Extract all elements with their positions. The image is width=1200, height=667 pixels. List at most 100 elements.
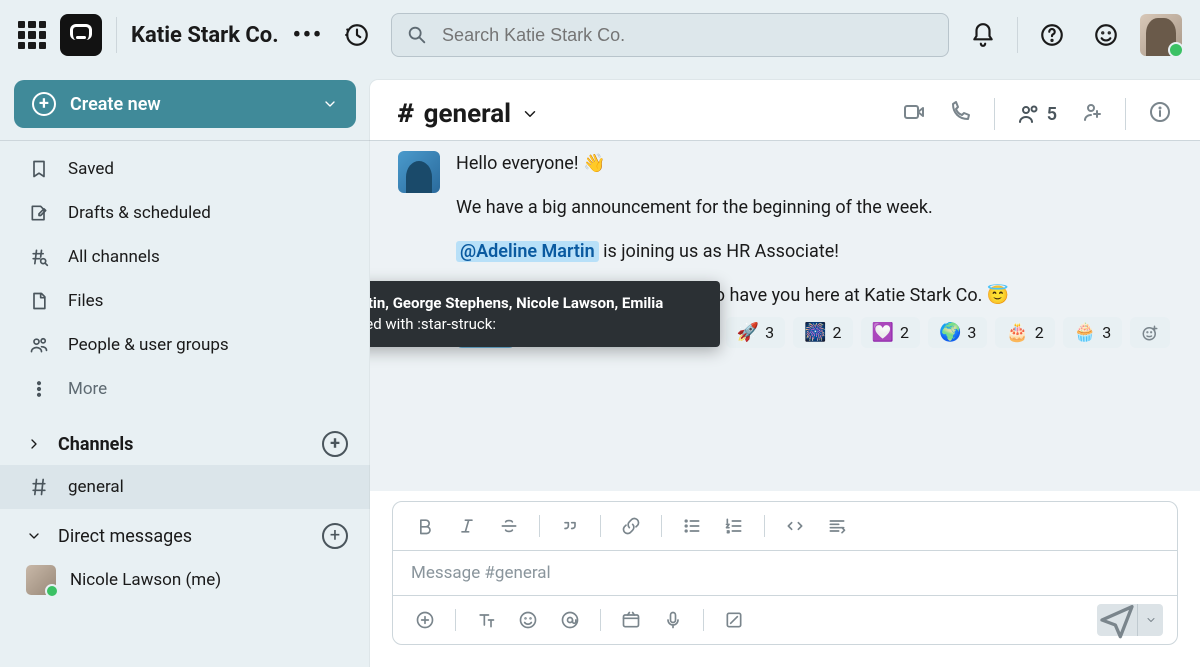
- bullet-list-button[interactable]: [674, 510, 710, 542]
- avatar: [26, 565, 56, 595]
- search-input[interactable]: [440, 24, 934, 47]
- hash-icon: #: [398, 99, 414, 129]
- reaction-pill[interactable]: 🌍3: [928, 317, 987, 348]
- tooltip-suffix: reacted with :star-struck:: [370, 315, 496, 333]
- reaction-count: 3: [967, 323, 976, 342]
- channel-title[interactable]: # general: [398, 99, 539, 129]
- create-new-label: Create new: [70, 94, 161, 115]
- send-group: [1097, 604, 1163, 636]
- hash-icon: [28, 477, 50, 497]
- sidebar-label: Saved: [68, 159, 114, 179]
- search-bar[interactable]: [391, 13, 949, 57]
- channel-item-general[interactable]: general: [0, 465, 370, 509]
- reaction-pill[interactable]: 🎆2: [793, 317, 852, 348]
- code-button[interactable]: [777, 510, 813, 542]
- composer: Message #general: [392, 501, 1178, 645]
- reaction-pill[interactable]: 🎂2: [995, 317, 1054, 348]
- sidebar-item-saved[interactable]: Saved: [0, 147, 370, 191]
- reaction-emoji: 💟: [872, 322, 894, 343]
- sidebar-label: Files: [68, 291, 103, 311]
- chevron-down-icon: [322, 96, 338, 112]
- sidebar-label: Drafts & scheduled: [68, 203, 211, 223]
- chevron-down-icon: [26, 528, 42, 544]
- org-more-button[interactable]: •••: [293, 23, 323, 48]
- sidebar-item-files[interactable]: Files: [0, 279, 370, 323]
- user-avatar[interactable]: [1140, 14, 1182, 56]
- codeblock-button[interactable]: [819, 510, 855, 542]
- sidebar: + Create new Saved Drafts & scheduled Al…: [0, 70, 370, 667]
- reaction-count: 2: [833, 323, 842, 342]
- attach-button[interactable]: [407, 604, 443, 636]
- mention[interactable]: @Adeline Martin: [456, 241, 599, 262]
- number-list-button[interactable]: [716, 510, 752, 542]
- message-avatar[interactable]: [398, 151, 440, 193]
- reaction-emoji: 🎆: [804, 322, 826, 343]
- sidebar-item-more[interactable]: More: [0, 367, 370, 411]
- channels-section-header[interactable]: Channels +: [0, 417, 370, 465]
- reaction-pill[interactable]: 🚀3: [726, 317, 785, 348]
- shortcut-button[interactable]: [716, 604, 752, 636]
- add-member-button[interactable]: [1079, 100, 1103, 128]
- message-line: @Adeline Martin is joining us as HR Asso…: [456, 239, 1172, 265]
- plus-icon: +: [32, 92, 56, 116]
- divider: [116, 17, 117, 53]
- brand-logo[interactable]: [60, 14, 102, 56]
- hash-search-icon: [28, 247, 50, 267]
- message-list: Hello everyone! 👋 We have a big announce…: [370, 141, 1200, 491]
- mic-button[interactable]: [655, 604, 691, 636]
- sidebar-nav: Saved Drafts & scheduled All channels Fi…: [0, 141, 370, 417]
- reaction-pill[interactable]: 💟2: [861, 317, 920, 348]
- channel-actions: 5: [902, 98, 1172, 130]
- send-button[interactable]: [1097, 604, 1137, 636]
- reaction-emoji: 🧁: [1074, 322, 1096, 343]
- divider: [1125, 98, 1126, 130]
- sidebar-item-people[interactable]: People & user groups: [0, 323, 370, 367]
- format-toolbar: [393, 502, 1177, 551]
- bookmark-icon: [28, 159, 50, 179]
- message-line: We have a big announcement for the begin…: [456, 195, 1172, 221]
- add-reaction-button[interactable]: [1130, 317, 1170, 348]
- link-button[interactable]: [613, 510, 649, 542]
- help-icon[interactable]: [1032, 22, 1072, 48]
- apps-grid-icon[interactable]: [18, 21, 46, 49]
- members-count[interactable]: 5: [1017, 102, 1057, 126]
- bold-button[interactable]: [407, 510, 443, 542]
- notifications-icon[interactable]: [963, 22, 1003, 48]
- sidebar-item-all-channels[interactable]: All channels: [0, 235, 370, 279]
- sidebar-item-drafts[interactable]: Drafts & scheduled: [0, 191, 370, 235]
- reaction-emoji: 🚀: [737, 322, 759, 343]
- org-name[interactable]: Katie Stark Co.: [131, 23, 279, 48]
- reaction-emoji: 🌍: [939, 322, 961, 343]
- video-button[interactable]: [613, 604, 649, 636]
- emoji-icon[interactable]: [1086, 22, 1126, 48]
- dm-item-self[interactable]: Nicole Lawson (me): [0, 557, 370, 603]
- reaction-count: 3: [1102, 323, 1111, 342]
- dm-name: Nicole Lawson (me): [70, 570, 221, 590]
- mention-button[interactable]: [552, 604, 588, 636]
- quote-button[interactable]: [552, 510, 588, 542]
- add-channel-button[interactable]: +: [322, 431, 348, 457]
- reaction-count: 2: [900, 323, 909, 342]
- dm-section-header[interactable]: Direct messages +: [0, 509, 370, 557]
- italic-button[interactable]: [449, 510, 485, 542]
- reaction-tooltip: Adeline Martin, George Stephens, Nicole …: [370, 281, 720, 347]
- emoji-button[interactable]: [510, 604, 546, 636]
- voice-call-button[interactable]: [948, 100, 972, 128]
- more-icon: [28, 379, 50, 399]
- channel-label: general: [68, 477, 124, 497]
- text-format-button[interactable]: [468, 604, 504, 636]
- send-options-button[interactable]: [1137, 604, 1163, 636]
- strike-button[interactable]: [491, 510, 527, 542]
- message-text: is joining us as HR Associate!: [599, 241, 839, 262]
- channel-info-button[interactable]: [1148, 100, 1172, 128]
- reaction-pill[interactable]: 🧁3: [1063, 317, 1122, 348]
- video-call-button[interactable]: [902, 100, 926, 128]
- main-panel: # general 5 Hello every: [370, 80, 1200, 667]
- add-dm-button[interactable]: +: [322, 523, 348, 549]
- create-new-button[interactable]: + Create new: [14, 80, 356, 128]
- topbar: Katie Stark Co. •••: [0, 0, 1200, 70]
- history-icon[interactable]: [337, 22, 377, 48]
- sidebar-label: All channels: [68, 247, 160, 267]
- channel-name: general: [424, 99, 511, 129]
- compose-input[interactable]: Message #general: [393, 551, 1177, 595]
